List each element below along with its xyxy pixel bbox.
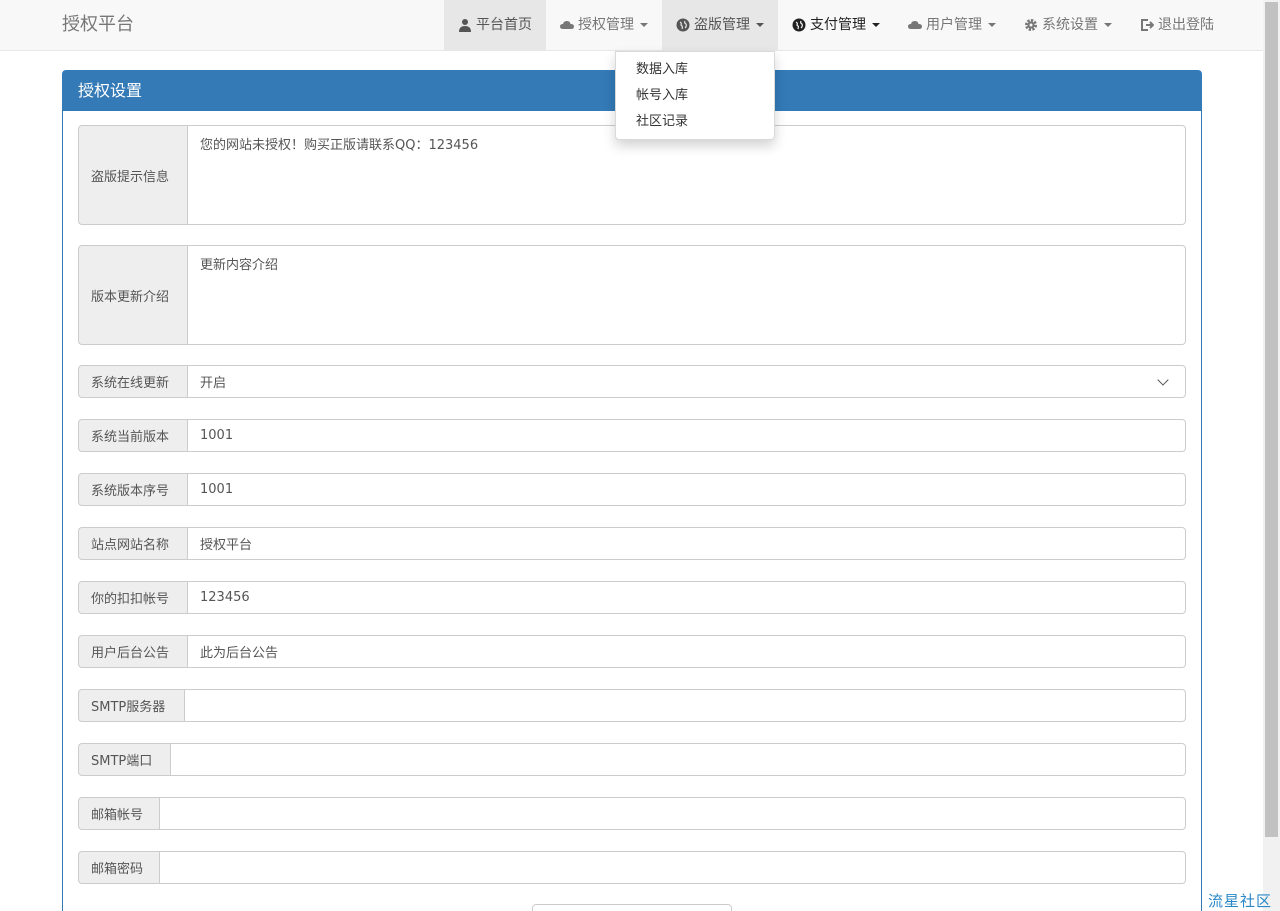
- top-navbar: 授权平台 平台首页 授权管理 盗版管理 支付管理 用户管理 系统设置 退出登陆: [0, 0, 1263, 51]
- submit-button[interactable]: [532, 904, 732, 911]
- scrollbar-thumb[interactable]: [1265, 2, 1278, 837]
- user-icon: [459, 19, 471, 32]
- logout-icon: [1141, 19, 1154, 31]
- field-label: SMTP服务器: [78, 689, 185, 722]
- nav-system-settings-label: 系统设置: [1042, 17, 1098, 33]
- nav-piracy-management-label: 盗版管理: [694, 17, 750, 33]
- nav-payment-management-label: 支付管理: [810, 17, 866, 33]
- field-label: 站点网站名称: [78, 527, 188, 560]
- caret-down-icon: [756, 23, 764, 27]
- update-intro-textarea[interactable]: 更新内容介绍: [188, 245, 1186, 345]
- nav-logout[interactable]: 退出登陆: [1126, 0, 1228, 50]
- form-row-online-update: 系统在线更新 开启: [78, 365, 1186, 398]
- caret-down-icon: [640, 23, 648, 27]
- nav-license-management-label: 授权管理: [578, 17, 634, 33]
- field-label: 系统在线更新: [78, 365, 188, 398]
- form-row-smtp-port: SMTP端口: [78, 743, 1186, 776]
- field-label: 邮箱密码: [78, 851, 160, 884]
- watermark-text: 流星社区: [1207, 892, 1272, 910]
- form-row-backend-notice: 用户后台公告 此为后台公告: [78, 635, 1186, 668]
- current-version-input[interactable]: 1001: [188, 419, 1186, 452]
- form-row-email-account: 邮箱帐号: [78, 797, 1186, 830]
- field-label: 系统当前版本: [78, 419, 188, 452]
- select-value: 开启: [200, 376, 227, 391]
- caret-down-icon: [872, 23, 880, 27]
- form-row-qq-account: 你的扣扣帐号 123456: [78, 581, 1186, 614]
- form-row-smtp-server: SMTP服务器: [78, 689, 1186, 722]
- form-row-current-version: 系统当前版本 1001: [78, 419, 1186, 452]
- nav-home-label: 平台首页: [476, 17, 532, 33]
- field-label: SMTP端口: [78, 743, 171, 776]
- menu-item-account-import[interactable]: 帐号入库: [616, 83, 774, 109]
- field-label: 你的扣扣帐号: [78, 581, 188, 614]
- form-row-update-intro: 版本更新介绍 更新内容介绍: [78, 245, 1186, 345]
- smtp-server-input[interactable]: [185, 689, 1186, 722]
- form-row-piracy-message: 盗版提示信息 您的网站未授权！购买正版请联系QQ：123456: [78, 125, 1186, 225]
- field-label: 邮箱帐号: [78, 797, 160, 830]
- globe-icon: [676, 18, 690, 32]
- cloud-icon: [908, 21, 922, 29]
- nav-system-settings[interactable]: 系统设置: [1010, 0, 1126, 50]
- smtp-port-input[interactable]: [171, 743, 1186, 776]
- nav-logout-label: 退出登陆: [1158, 17, 1214, 33]
- field-label: 用户后台公告: [78, 635, 188, 668]
- chevron-down-icon: [1157, 373, 1169, 386]
- nav-license-management[interactable]: 授权管理: [546, 0, 662, 50]
- form-row-version-serial: 系统版本序号 1001: [78, 473, 1186, 506]
- gear-icon: [1025, 19, 1037, 31]
- main-nav: 平台首页 授权管理 盗版管理 支付管理 用户管理 系统设置 退出登陆: [444, 0, 1228, 50]
- email-account-input[interactable]: [160, 797, 1186, 830]
- piracy-dropdown-menu: 数据入库 帐号入库 社区记录: [615, 51, 775, 140]
- field-label: 系统版本序号: [78, 473, 188, 506]
- version-serial-input[interactable]: 1001: [188, 473, 1186, 506]
- field-label: 盗版提示信息: [78, 125, 188, 225]
- caret-down-icon: [1104, 23, 1112, 27]
- online-update-select[interactable]: 开启: [188, 365, 1186, 398]
- menu-item-community-log[interactable]: 社区记录: [616, 109, 774, 135]
- page-scrollbar[interactable]: [1263, 0, 1280, 911]
- nav-home[interactable]: 平台首页: [444, 0, 546, 50]
- field-label: 版本更新介绍: [78, 245, 188, 345]
- piracy-message-textarea[interactable]: 您的网站未授权！购买正版请联系QQ：123456: [188, 125, 1186, 225]
- site-name-input[interactable]: 授权平台: [188, 527, 1186, 560]
- nav-user-management[interactable]: 用户管理: [894, 0, 1010, 50]
- nav-payment-management[interactable]: 支付管理: [778, 0, 894, 50]
- backend-notice-input[interactable]: 此为后台公告: [188, 635, 1186, 668]
- caret-down-icon: [988, 23, 996, 27]
- form-row-email-password: 邮箱密码: [78, 851, 1186, 884]
- qq-account-input[interactable]: 123456: [188, 581, 1186, 614]
- brand-title[interactable]: 授权平台: [62, 0, 134, 50]
- menu-item-data-import[interactable]: 数据入库: [616, 57, 774, 83]
- nav-piracy-management[interactable]: 盗版管理: [662, 0, 778, 50]
- form-row-site-name: 站点网站名称 授权平台: [78, 527, 1186, 560]
- globe-icon: [792, 18, 806, 32]
- nav-user-management-label: 用户管理: [926, 17, 982, 33]
- cloud-icon: [560, 21, 574, 29]
- email-password-input[interactable]: [160, 851, 1186, 884]
